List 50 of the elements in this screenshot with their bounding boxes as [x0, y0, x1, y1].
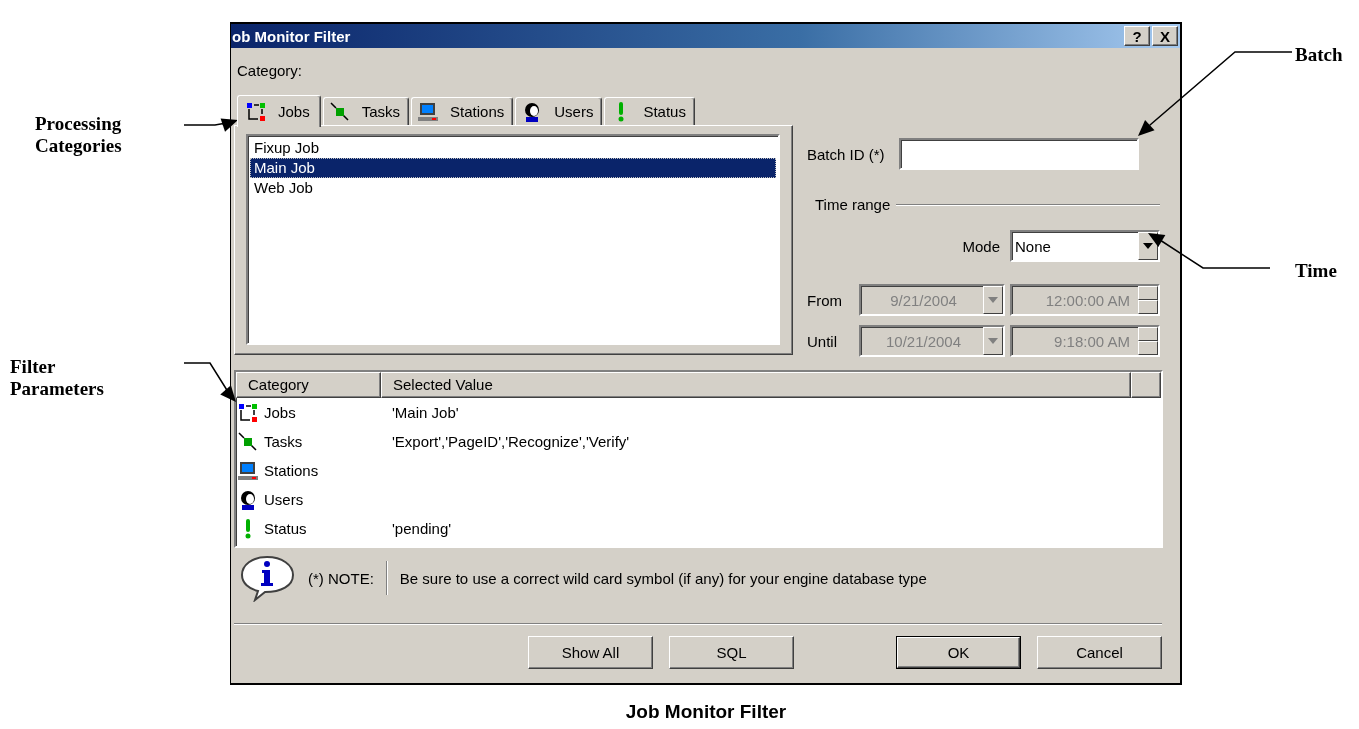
table-cell: Stations [264, 462, 319, 479]
note-label: (*) NOTE: [308, 569, 374, 587]
jobs-icon [238, 402, 258, 423]
computer-icon [418, 101, 439, 122]
info-icon [238, 554, 296, 602]
list-item[interactable]: Web Job [250, 178, 776, 198]
table-cell: Status [264, 520, 307, 537]
exclamation-icon [245, 518, 251, 539]
figure-caption: Job Monitor Filter [624, 701, 788, 723]
batch-id-label: Batch ID (*) [807, 145, 885, 163]
callout-label: Processing Categories [35, 113, 123, 157]
tab[interactable]: Jobs [237, 95, 321, 127]
batch-id-field[interactable] [898, 138, 1139, 170]
table-cell: Jobs [264, 404, 296, 421]
caption-button[interactable]: X [1152, 26, 1178, 46]
computer-icon [238, 460, 258, 481]
table-cell-text: 'pending' [391, 520, 452, 537]
table-cell-text: 'Export','PageID','Recognize','Verify' [391, 433, 630, 450]
exclamation-icon [618, 101, 625, 122]
callout-label: Filter Parameters [10, 356, 105, 400]
tab[interactable]: Tasks [322, 97, 410, 125]
callout-label: Time [1295, 260, 1338, 282]
time-range-label: Time range [815, 196, 891, 213]
date-label: Until [807, 332, 838, 350]
date-label: From [807, 291, 843, 309]
dialog-button[interactable]: OK [896, 636, 1021, 669]
callout-label: Batch [1295, 44, 1344, 66]
tab[interactable]: Status [604, 97, 695, 125]
list-item[interactable]: Main Job [250, 158, 776, 178]
note-text: Be sure to use a correct wild card symbol (if any) for your engine database type [399, 569, 927, 587]
table-cell: Tasks [264, 433, 303, 450]
caption-button[interactable]: ? [1124, 26, 1150, 46]
dialog-button[interactable]: Cancel [1037, 636, 1162, 669]
column-header[interactable]: Selected Value [381, 372, 1131, 398]
window-title: ob Monitor Filter [232, 27, 351, 45]
table-cell: Users [264, 491, 304, 508]
dialog-button[interactable]: Show All [528, 636, 653, 669]
dialog-button[interactable]: SQL [669, 636, 794, 669]
jobs-icon [246, 101, 266, 122]
mode-label: Mode [962, 237, 1000, 255]
tasks-icon [238, 431, 258, 452]
tab[interactable]: Users [515, 97, 603, 125]
column-header[interactable]: Category [236, 372, 381, 398]
category-label: Category: [237, 62, 304, 80]
table-cell-text: 'Main Job' [391, 404, 459, 421]
user-icon [238, 489, 258, 510]
tab[interactable]: Stations [411, 97, 514, 125]
mode-dropdown[interactable]: None [1010, 230, 1160, 262]
list-item[interactable]: Fixup Job [250, 138, 776, 158]
tasks-icon [329, 101, 350, 122]
